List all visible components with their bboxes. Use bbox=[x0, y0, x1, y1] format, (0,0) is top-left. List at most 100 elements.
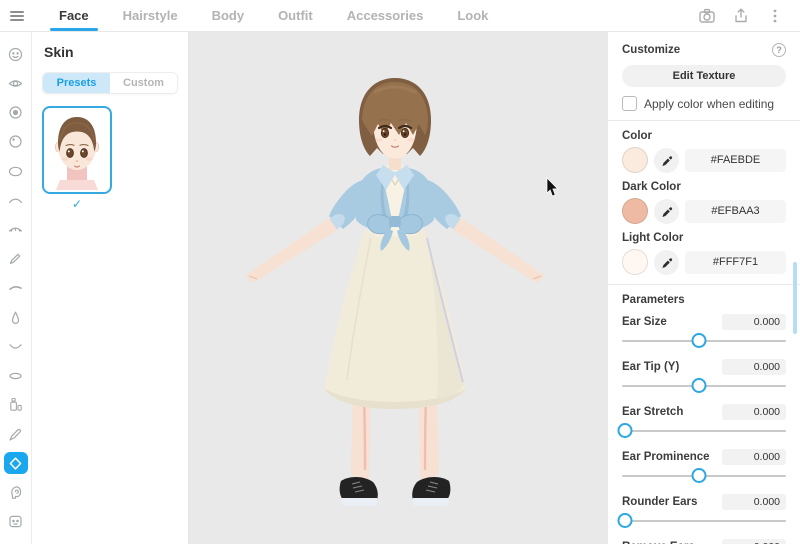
skin-preset-thumbnail[interactable] bbox=[42, 106, 112, 194]
light-color-row bbox=[622, 249, 786, 275]
color-swatch[interactable] bbox=[622, 147, 648, 173]
presets-custom-switch: Presets Custom bbox=[42, 72, 178, 94]
character-viewport[interactable] bbox=[189, 32, 608, 544]
expression-icon bbox=[7, 513, 24, 530]
sidebar-item-eyelash[interactable] bbox=[4, 219, 28, 241]
color-row bbox=[622, 147, 786, 173]
param-ear-tip-y: Ear Tip (Y) 0.000 bbox=[622, 358, 786, 393]
selected-checkmark: ✓ bbox=[42, 197, 112, 211]
face-category-rail bbox=[0, 32, 32, 544]
param-value[interactable]: 0.000 bbox=[722, 359, 786, 375]
camera-button[interactable] bbox=[698, 7, 716, 25]
ear-size-slider[interactable] bbox=[622, 333, 786, 348]
param-value[interactable]: 0.000 bbox=[722, 539, 786, 544]
ear-stretch-slider[interactable] bbox=[622, 423, 786, 438]
param-ear-size: Ear Size 0.000 bbox=[622, 313, 786, 348]
presets-tab[interactable]: Presets bbox=[43, 73, 110, 93]
light-color-swatch[interactable] bbox=[622, 249, 648, 275]
tab-face[interactable]: Face bbox=[42, 0, 106, 31]
dark-color-swatch[interactable] bbox=[622, 198, 648, 224]
slider-handle[interactable] bbox=[618, 423, 633, 438]
eyedropper-icon bbox=[660, 205, 673, 218]
apply-color-checkbox-row[interactable]: Apply color when editing bbox=[622, 96, 786, 111]
share-icon bbox=[732, 7, 750, 25]
sidebar-item-eyeliner[interactable] bbox=[4, 248, 28, 270]
makeup-brush-icon bbox=[7, 426, 24, 443]
mouth-icon bbox=[7, 338, 24, 355]
custom-tab[interactable]: Custom bbox=[110, 73, 177, 93]
kebab-menu-icon bbox=[766, 7, 784, 25]
light-color-eyedropper-button[interactable] bbox=[654, 250, 679, 275]
sidebar-item-mouth[interactable] bbox=[4, 335, 28, 357]
param-value[interactable]: 0.000 bbox=[722, 494, 786, 510]
skin-icon bbox=[7, 455, 24, 472]
divider bbox=[608, 284, 800, 285]
sidebar-item-eyelid[interactable] bbox=[4, 189, 28, 211]
preset-face-image bbox=[46, 110, 108, 190]
eyedropper-icon bbox=[660, 154, 673, 167]
ear-prominence-slider[interactable] bbox=[622, 468, 786, 483]
nose-icon bbox=[7, 309, 24, 326]
slider-handle[interactable] bbox=[692, 378, 707, 393]
character-render bbox=[189, 32, 607, 544]
eye-icon bbox=[7, 75, 24, 92]
scrollbar-thumb[interactable] bbox=[793, 262, 797, 334]
dark-color-eyedropper-button[interactable] bbox=[654, 199, 679, 224]
sidebar-item-skin[interactable] bbox=[4, 452, 28, 474]
param-value[interactable]: 0.000 bbox=[722, 404, 786, 420]
camera-icon bbox=[698, 7, 716, 25]
dark-color-label: Dark Color bbox=[622, 181, 786, 194]
param-label: Ear Prominence bbox=[622, 451, 710, 463]
share-button[interactable] bbox=[732, 7, 750, 25]
skin-panel: Skin Presets Custom bbox=[32, 32, 189, 544]
tab-accessories[interactable]: Accessories bbox=[330, 0, 441, 31]
sidebar-item-eye-highlight[interactable] bbox=[4, 131, 28, 153]
color-hex-field[interactable] bbox=[685, 149, 786, 172]
sidebar-item-iris[interactable] bbox=[4, 102, 28, 124]
sidebar-item-lips[interactable] bbox=[4, 365, 28, 387]
slider-handle[interactable] bbox=[692, 333, 707, 348]
sidebar-item-expression[interactable] bbox=[4, 511, 28, 533]
param-ear-stretch: Ear Stretch 0.000 bbox=[622, 403, 786, 438]
rounder-ears-slider[interactable] bbox=[622, 513, 786, 528]
color-label: Color bbox=[622, 130, 786, 143]
param-value[interactable]: 0.000 bbox=[722, 449, 786, 465]
tab-hairstyle[interactable]: Hairstyle bbox=[106, 0, 195, 31]
sidebar-item-eyebrow[interactable] bbox=[4, 277, 28, 299]
param-value[interactable]: 0.000 bbox=[722, 314, 786, 330]
ear-tip-y-slider[interactable] bbox=[622, 378, 786, 393]
param-label: Ear Stretch bbox=[622, 406, 683, 418]
customize-title: Customize bbox=[622, 44, 680, 56]
eyedropper-icon bbox=[660, 256, 673, 269]
param-label: Rounder Ears bbox=[622, 496, 697, 508]
param-label: Ear Tip (Y) bbox=[622, 361, 679, 373]
dark-color-hex-field[interactable] bbox=[685, 200, 786, 223]
edit-texture-button[interactable]: Edit Texture bbox=[622, 65, 786, 87]
slider-handle[interactable] bbox=[692, 468, 707, 483]
light-color-label: Light Color bbox=[622, 232, 786, 245]
tab-look[interactable]: Look bbox=[440, 0, 505, 31]
sidebar-item-eye[interactable] bbox=[4, 72, 28, 94]
mouse-cursor bbox=[547, 178, 558, 196]
customize-inspector: Customize ? Edit Texture Apply color whe… bbox=[608, 32, 800, 544]
hamburger-menu-button[interactable] bbox=[0, 9, 34, 23]
menu-button[interactable] bbox=[766, 7, 784, 25]
light-color-hex-field[interactable] bbox=[685, 251, 786, 274]
topbar: Face Hairstyle Body Outfit Accessories L… bbox=[0, 0, 800, 32]
tab-outfit[interactable]: Outfit bbox=[261, 0, 330, 31]
slider-handle[interactable] bbox=[618, 513, 633, 528]
param-label: Ear Size bbox=[622, 316, 667, 328]
tab-body[interactable]: Body bbox=[195, 0, 262, 31]
divider bbox=[608, 120, 800, 121]
sidebar-item-face-type[interactable] bbox=[4, 43, 28, 65]
sidebar-item-eye-white[interactable] bbox=[4, 160, 28, 182]
main-tabs: Face Hairstyle Body Outfit Accessories L… bbox=[42, 0, 505, 31]
help-icon[interactable]: ? bbox=[772, 43, 786, 57]
color-eyedropper-button[interactable] bbox=[654, 148, 679, 173]
sidebar-item-head[interactable] bbox=[4, 482, 28, 504]
sidebar-item-makeup-brush[interactable] bbox=[4, 423, 28, 445]
sidebar-item-cheek[interactable] bbox=[4, 394, 28, 416]
eye-white-icon bbox=[7, 163, 24, 180]
sidebar-item-nose[interactable] bbox=[4, 306, 28, 328]
apply-color-checkbox[interactable] bbox=[622, 96, 637, 111]
